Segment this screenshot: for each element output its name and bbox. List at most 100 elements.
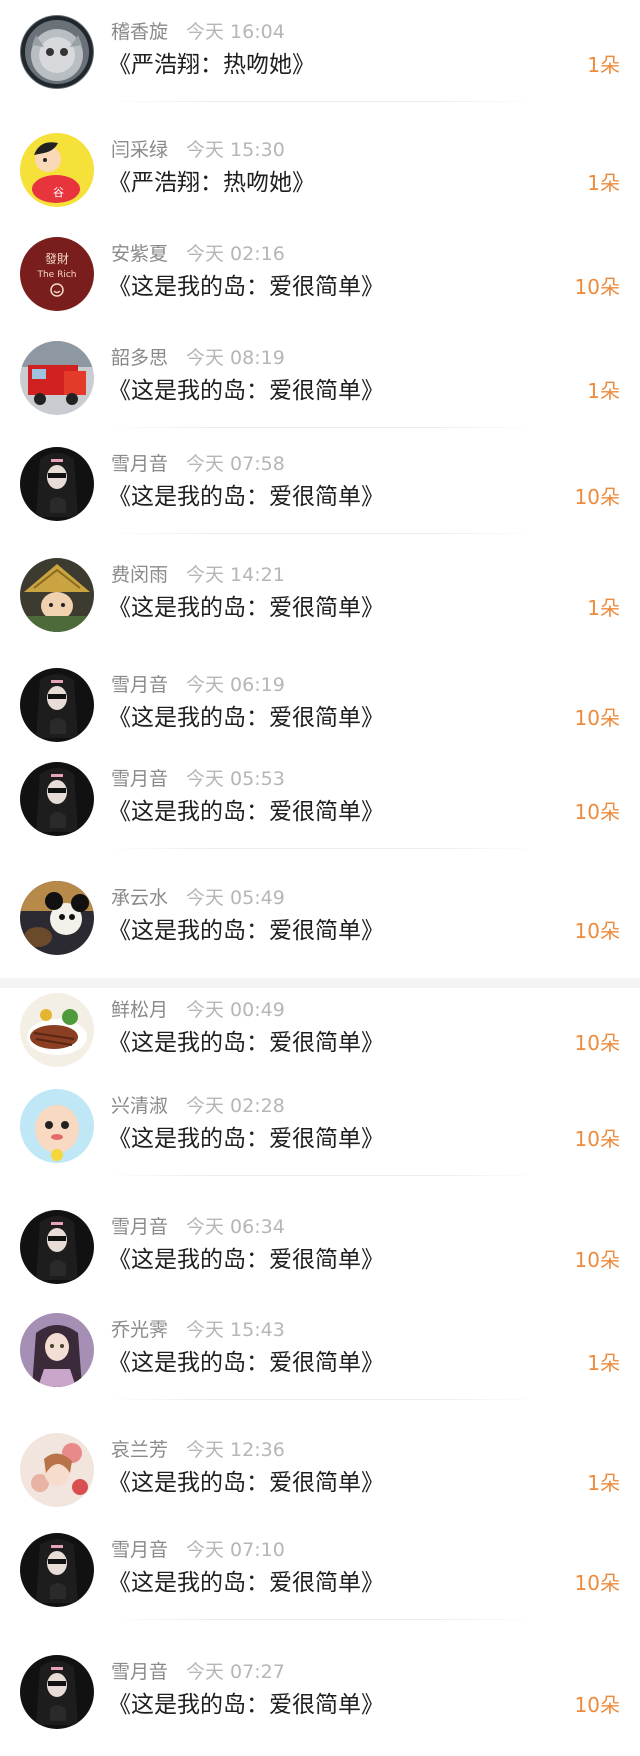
send-time: 今天 14:21 — [186, 564, 285, 586]
send-time: 今天 00:49 — [186, 999, 285, 1021]
steak-avatar[interactable] — [20, 993, 94, 1067]
fire-truck-avatar[interactable] — [20, 341, 94, 415]
gift-record-row[interactable]: 哀兰芳 今天 12:36 《这是我的岛：爱很简单》 1朵 — [0, 1418, 640, 1518]
gift-record-row[interactable]: 承云水 今天 05:49 《这是我的岛：爱很简单》 10朵 — [0, 866, 640, 966]
dark-hair-girl-avatar[interactable] — [20, 447, 94, 521]
flower-count: 1朵 — [587, 379, 620, 403]
dark-hair-girl-avatar[interactable] — [20, 1210, 94, 1284]
row-divider — [105, 533, 540, 534]
gift-record-row[interactable]: 鲜松月 今天 00:49 《这是我的岛：爱很简单》 10朵 — [0, 978, 640, 1078]
sender-name[interactable]: 哀兰芳 — [111, 1439, 168, 1461]
straw-hat-avatar[interactable] — [20, 558, 94, 632]
gift-record-row[interactable]: 發財 The Rich 安紫夏 今天 02:16 《这是我的岛：爱很简单》 10朵 — [0, 222, 640, 322]
sender-name[interactable]: 雪月音 — [111, 674, 168, 696]
cartoon-boy-avatar[interactable]: 谷 — [20, 133, 94, 207]
avatar-logo-text: 發財 — [45, 251, 69, 266]
gift-record-row[interactable]: 兴清淑 今天 02:28 《这是我的岛：爱很简单》 10朵 — [0, 1074, 640, 1176]
sender-name[interactable]: 雪月音 — [111, 768, 168, 790]
song-title[interactable]: 《严浩翔：热吻她》 — [108, 168, 315, 198]
flower-count: 10朵 — [574, 275, 620, 299]
song-title[interactable]: 《这是我的岛：爱很简单》 — [108, 916, 384, 946]
send-time: 今天 06:19 — [186, 674, 285, 696]
song-title[interactable]: 《这是我的岛：爱很简单》 — [108, 703, 384, 733]
flower-count: 10朵 — [574, 800, 620, 824]
gift-record-row[interactable]: 雪月音 今天 07:27 《这是我的岛：爱很简单》 10朵 — [0, 1640, 640, 1740]
flower-girl-avatar[interactable] — [20, 1433, 94, 1507]
gift-record-row[interactable]: 雪月音 今天 06:34 《这是我的岛：爱很简单》 10朵 — [0, 1195, 640, 1295]
song-title[interactable]: 《这是我的岛：爱很简单》 — [108, 1124, 384, 1154]
flower-count: 10朵 — [574, 919, 620, 943]
sender-name[interactable]: 费闵雨 — [111, 564, 168, 586]
sender-name[interactable]: 雪月音 — [111, 1539, 168, 1561]
song-title[interactable]: 《这是我的岛：爱很简单》 — [108, 593, 384, 623]
cartoon-face-avatar[interactable] — [20, 1089, 94, 1163]
dark-hair-girl-avatar[interactable] — [20, 1533, 94, 1607]
dark-hair-girl-avatar[interactable] — [20, 762, 94, 836]
sender-name[interactable]: 雪月音 — [111, 1216, 168, 1238]
gift-record-row[interactable]: 雪月音 今天 07:10 《这是我的岛：爱很简单》 10朵 — [0, 1518, 640, 1620]
row-divider — [105, 427, 540, 428]
row-divider — [105, 1399, 540, 1400]
send-time: 今天 08:19 — [186, 347, 285, 369]
song-title[interactable]: 《这是我的岛：爱很简单》 — [108, 797, 384, 827]
gift-record-row[interactable]: 稽香旋 今天 16:04 《严浩翔：热吻她》 1朵 — [0, 0, 640, 102]
row-divider — [105, 848, 540, 849]
flower-count: 10朵 — [574, 706, 620, 730]
gift-record-row[interactable]: 谷 闫采绿 今天 15:30 《严浩翔：热吻她》 1朵 — [0, 118, 640, 218]
song-title[interactable]: 《这是我的岛：爱很简单》 — [108, 376, 384, 406]
gift-record-row[interactable]: 费闵雨 今天 14:21 《这是我的岛：爱很简单》 1朵 — [0, 543, 640, 643]
send-time: 今天 15:30 — [186, 139, 285, 161]
song-title[interactable]: 《这是我的岛：爱很简单》 — [108, 482, 384, 512]
cartoon-mouse-avatar[interactable] — [20, 881, 94, 955]
song-title[interactable]: 《这是我的岛：爱很简单》 — [108, 272, 384, 302]
flower-count: 10朵 — [574, 1127, 620, 1151]
sender-name[interactable]: 韶多思 — [111, 347, 168, 369]
sender-name[interactable]: 安紫夏 — [111, 243, 168, 265]
send-time: 今天 06:34 — [186, 1216, 285, 1238]
sender-name[interactable]: 稽香旋 — [111, 21, 168, 43]
send-time: 今天 05:49 — [186, 887, 285, 909]
sender-name[interactable]: 承云水 — [111, 887, 168, 909]
flower-count: 1朵 — [587, 53, 620, 77]
flower-count: 10朵 — [574, 485, 620, 509]
gift-record-row[interactable]: 乔光霁 今天 15:43 《这是我的岛：爱很简单》 1朵 — [0, 1298, 640, 1400]
svg-text:谷: 谷 — [53, 186, 64, 199]
send-time: 今天 05:53 — [186, 768, 285, 790]
song-title[interactable]: 《这是我的岛：爱很简单》 — [108, 1348, 384, 1378]
send-time: 今天 16:04 — [186, 21, 285, 43]
song-title[interactable]: 《这是我的岛：爱很简单》 — [108, 1568, 384, 1598]
flower-count: 1朵 — [587, 596, 620, 620]
avatar-logo-subtext: The Rich — [36, 270, 76, 280]
gift-record-row[interactable]: 韶多思 今天 08:19 《这是我的岛：爱很简单》 1朵 — [0, 326, 640, 428]
the-rich-logo-avatar[interactable]: 發財 The Rich — [20, 237, 94, 311]
sender-name[interactable]: 兴清淑 — [111, 1095, 168, 1117]
sender-name[interactable]: 闫采绿 — [111, 139, 168, 161]
sender-name[interactable]: 雪月音 — [111, 453, 168, 475]
song-title[interactable]: 《这是我的岛：爱很简单》 — [108, 1245, 384, 1275]
send-time: 今天 07:10 — [186, 1539, 285, 1561]
gift-record-row[interactable]: 雪月音 今天 07:58 《这是我的岛：爱很简单》 10朵 — [0, 432, 640, 534]
flower-count: 10朵 — [574, 1693, 620, 1717]
flower-count: 1朵 — [587, 1471, 620, 1495]
song-title[interactable]: 《这是我的岛：爱很简单》 — [108, 1468, 384, 1498]
gift-record-row[interactable]: 雪月音 今天 05:53 《这是我的岛：爱很简单》 10朵 — [0, 747, 640, 849]
sender-name[interactable]: 雪月音 — [111, 1661, 168, 1683]
song-title[interactable]: 《严浩翔：热吻她》 — [108, 50, 315, 80]
row-divider — [105, 1175, 540, 1176]
dark-hair-girl-avatar[interactable] — [20, 1655, 94, 1729]
send-time: 今天 12:36 — [186, 1439, 285, 1461]
send-time: 今天 15:43 — [186, 1319, 285, 1341]
flower-count: 10朵 — [574, 1248, 620, 1272]
song-title[interactable]: 《这是我的岛：爱很简单》 — [108, 1028, 384, 1058]
cat-avatar[interactable] — [20, 15, 94, 89]
flower-count: 10朵 — [574, 1031, 620, 1055]
row-divider — [105, 101, 540, 102]
dark-hair-girl-avatar[interactable] — [20, 668, 94, 742]
flower-count: 10朵 — [574, 1571, 620, 1595]
gift-record-row[interactable]: 雪月音 今天 06:19 《这是我的岛：爱很简单》 10朵 — [0, 653, 640, 753]
anime-girl-avatar[interactable] — [20, 1313, 94, 1387]
sender-name[interactable]: 鲜松月 — [111, 999, 168, 1021]
song-title[interactable]: 《这是我的岛：爱很简单》 — [108, 1690, 384, 1720]
sender-name[interactable]: 乔光霁 — [111, 1319, 168, 1341]
send-time: 今天 02:16 — [186, 243, 285, 265]
